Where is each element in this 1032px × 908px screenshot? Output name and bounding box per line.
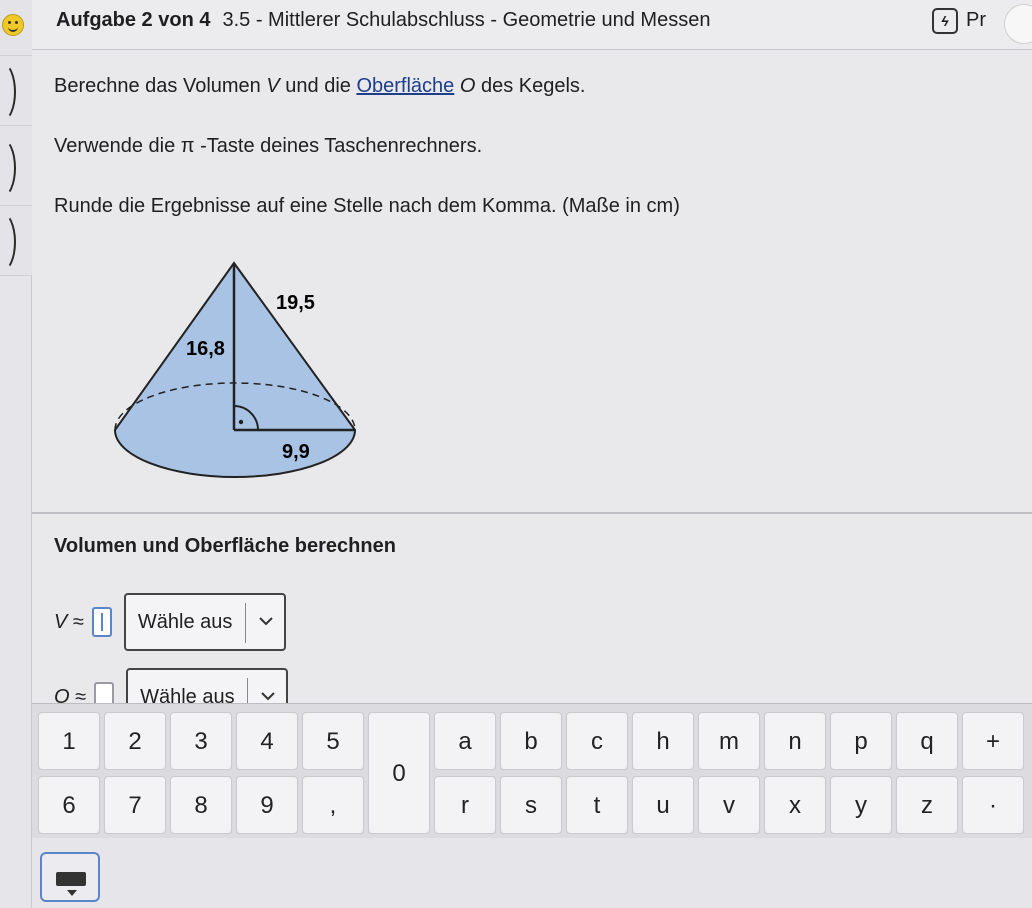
surface-symbol: O [454,75,476,97]
instruction-text: Berechne das Volumen [54,75,267,97]
key-letter[interactable]: c [566,712,628,770]
key-letter[interactable]: m [698,712,760,770]
volume-answer-row: V ≈ Wähle aus [54,593,286,651]
task-title: 3.5 - Mittlerer Schulabschluss - Geometr… [222,9,711,31]
approx-symbol: ≈ [67,610,84,633]
key-letter[interactable]: p [830,712,892,770]
instruction-line-2: Verwende die π -Taste deines Taschenrech… [54,135,483,157]
hint-icon[interactable]: ϟ [932,8,958,34]
slant-label: 19,5 [276,292,315,314]
key-letter[interactable]: b [500,712,562,770]
key-0[interactable]: 6 [38,776,100,834]
key-3[interactable]: 4 [236,712,298,770]
key-1[interactable]: 2 [104,712,166,770]
bottom-bar [32,838,1032,908]
page-title: Aufgabe 2 von 4 3.5 - Mittlerer Schulabsc… [56,9,710,32]
volume-symbol: V [54,610,68,633]
key-letter[interactable]: z [896,776,958,834]
key-2[interactable]: 3 [170,712,232,770]
key-letter[interactable]: s [500,776,562,834]
key-letter[interactable]: · [962,776,1024,834]
volume-input[interactable] [91,607,112,637]
volume-unit-select[interactable]: Wähle aus [123,593,286,651]
chevron-down-icon [259,617,273,626]
right-angle-dot [238,419,244,425]
arc-icon [0,212,16,272]
chevron-down-icon [261,692,275,701]
key-0[interactable]: 1 [38,712,100,770]
sidebar-tab-4[interactable] [0,206,32,276]
task-header: Aufgabe 2 von 4 3.5 - Mittlerer Schulabsc… [32,0,1032,50]
sidebar-tab-3[interactable] [0,126,32,206]
hint-label[interactable]: Pr [966,9,986,32]
task-counter: Aufgabe 2 von 4 [56,9,211,31]
keyboard-toggle-button[interactable] [40,852,100,902]
smiley-icon [2,14,24,36]
key-3[interactable]: 9 [236,776,298,834]
instruction-text: und die [279,75,357,97]
key-letter[interactable]: v [698,776,760,834]
key-letter[interactable]: h [632,712,694,770]
key-zero[interactable]: 0 [368,712,430,834]
cone-figure: 19,5 16,8 9,9 [113,261,357,478]
select-separator [244,603,246,643]
keyboard-icon [56,872,86,886]
section-divider [32,512,1032,514]
key-letter[interactable]: r [434,776,496,834]
key-letter[interactable]: q [896,712,958,770]
key-letter[interactable]: x [764,776,826,834]
arc-icon [0,62,16,122]
height-label: 16,8 [186,338,225,360]
key-letter[interactable]: + [962,712,1024,770]
select-placeholder: Wähle aus [137,611,233,633]
text-caret [100,613,103,631]
section-title: Volumen und Oberfläche berechnen [54,535,396,557]
key-4[interactable]: 5 [302,712,364,770]
volume-symbol: V [266,75,280,97]
key-letter[interactable]: a [434,712,496,770]
volume-answer-label: V ≈ [54,611,84,634]
arc-icon [0,138,16,198]
key-4[interactable]: , [302,776,364,834]
instruction-line-3: Runde die Ergebnisse auf eine Stelle nac… [54,195,680,217]
key-1[interactable]: 7 [104,776,166,834]
oberflaeche-link[interactable]: Oberfläche [356,75,454,97]
instruction-line-1: Berechne das Volumen V und die Oberfläch… [54,75,586,98]
key-letter[interactable]: n [764,712,826,770]
left-sidebar [0,0,32,908]
chevron-down-icon [67,890,77,896]
key-letter[interactable]: y [830,776,892,834]
radius-label: 9,9 [282,441,310,463]
instruction-text: des Kegels. [475,75,586,97]
key-letter[interactable]: t [566,776,628,834]
key-2[interactable]: 8 [170,776,232,834]
sidebar-tab-1[interactable] [0,0,32,56]
avatar[interactable] [1004,4,1032,44]
key-letter[interactable]: u [632,776,694,834]
sidebar-tab-2[interactable] [0,56,32,126]
